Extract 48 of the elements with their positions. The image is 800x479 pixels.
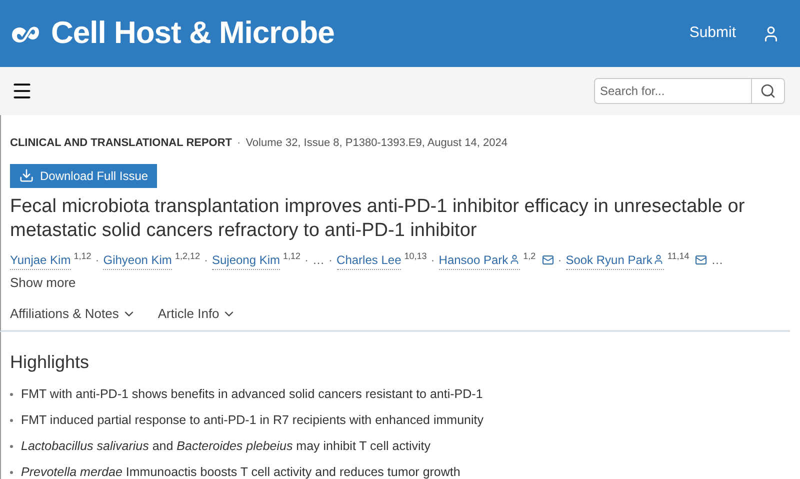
affiliation-numbers: 11,14 — [667, 251, 690, 261]
separator: · — [558, 252, 562, 269]
author-link[interactable]: Gihyeon Kim — [103, 250, 172, 270]
separator: · — [95, 252, 100, 269]
separator: · — [328, 252, 333, 269]
bullet-icon — [10, 392, 13, 396]
separator: · — [430, 252, 435, 269]
search-icon — [760, 83, 776, 99]
expand-tab[interactable]: Affiliations & Notes — [10, 304, 136, 324]
submit-link[interactable]: Submit — [689, 22, 736, 45]
person-icon — [653, 254, 664, 265]
expand-tab[interactable]: Article Info — [158, 304, 236, 324]
show-more-link[interactable]: Show more — [10, 272, 781, 292]
journal-title[interactable]: Cell Host & Microbe — [51, 10, 334, 57]
highlight-text: Lactobacillus salivarius and Bacteroides plebeius may inhibit T cell activity — [21, 438, 430, 454]
bullet-icon — [10, 470, 13, 474]
affiliation-numbers: 1,12 — [283, 251, 301, 261]
article-title: Fecal microbiota transplantation improves anti-PD-1 inhibitor efficacy in unresectable or metastatic solid cancers refractory to anti-PD-1 inhibitor — [10, 194, 746, 242]
author-link[interactable]: Sook Ryun Park — [566, 250, 664, 270]
search-button[interactable] — [752, 78, 785, 104]
article-type: CLINICAL AND TRANSLATIONAL REPORT — [10, 136, 232, 151]
user-icon[interactable] — [762, 24, 780, 42]
download-icon — [19, 168, 34, 183]
author-link[interactable]: Sujeong Kim — [212, 250, 280, 270]
author-link[interactable]: Charles Lee — [336, 250, 402, 270]
author-link[interactable]: Hansoo Park — [438, 250, 520, 270]
more-authors: … — [312, 252, 325, 269]
mail-icon[interactable] — [542, 254, 554, 266]
mail-icon[interactable] — [695, 254, 708, 266]
affiliation-numbers: 1,12 — [74, 251, 92, 261]
bullet-icon — [10, 418, 13, 422]
highlight-text: Prevotella merdae Immunoactis boosts T cell activity and reduces tumor growth — [21, 464, 460, 479]
affiliation-numbers: 10,13 — [404, 251, 427, 261]
affiliation-numbers: 1,2 — [523, 251, 536, 261]
citation: Volume 32, Issue 8, P1380-1393.E9, August 14, 2024 — [246, 136, 508, 151]
separator: · — [204, 252, 208, 269]
highlights-heading: Highlights — [10, 350, 90, 374]
highlight-text: FMT with anti-PD-1 shows benefits in advanced solid cancers resistant to anti-PD-1 — [21, 386, 483, 402]
highlight-text: FMT induced partial response to anti-PD-1 in R7 recipients with enhanced immunity — [21, 412, 484, 428]
download-button[interactable]: Download Full Issue — [10, 164, 158, 188]
search-field[interactable]: Search for... — [594, 78, 752, 104]
bullet-icon — [10, 444, 13, 448]
affiliation-numbers: 1,2,12 — [174, 251, 200, 261]
separator: · — [237, 136, 241, 151]
more-authors: … — [711, 252, 724, 269]
separator: · — [304, 252, 309, 269]
person-icon — [509, 254, 520, 265]
author-link[interactable]: Yunjae Kim — [10, 250, 71, 270]
